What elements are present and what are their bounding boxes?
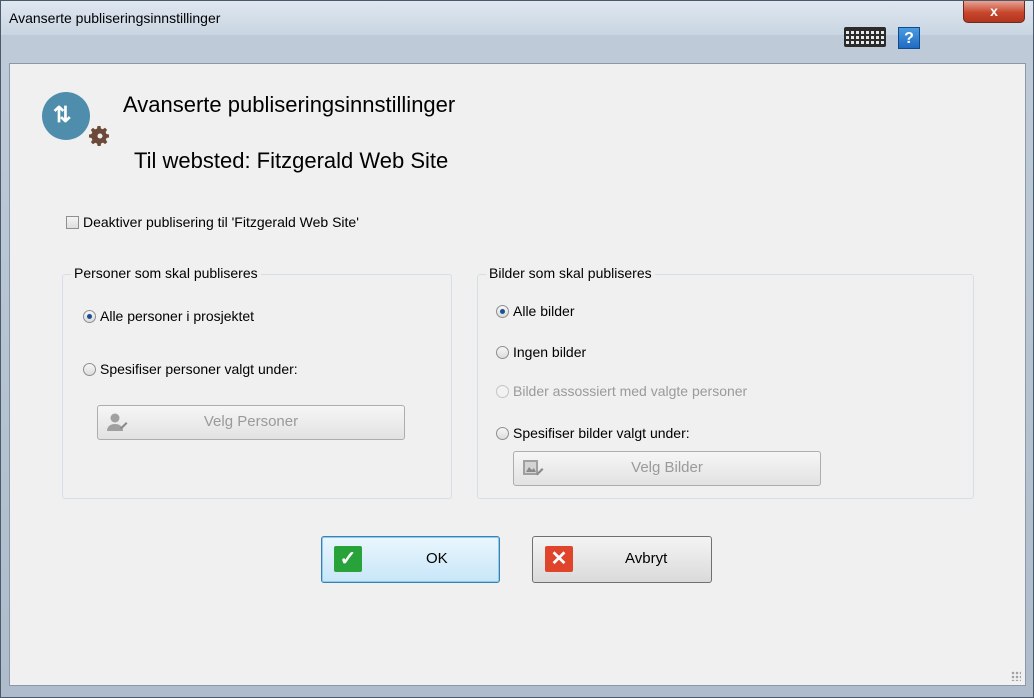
select-images-label: Velg Bilder <box>631 459 703 476</box>
radio-button[interactable] <box>496 346 509 359</box>
images-group-title: Bilder som skal publiseres <box>486 265 655 281</box>
radio-button[interactable] <box>83 363 96 376</box>
checkbox-box[interactable] <box>66 216 79 229</box>
cancel-label: Avbryt <box>625 550 668 567</box>
select-persons-label: Velg Personer <box>203 413 299 430</box>
radio-label: Alle personer i prosjektet <box>100 308 255 324</box>
radio-label: Ingen bilder <box>513 344 587 360</box>
dialog-window: Avanserte publiseringsinnstillinger x ? … <box>0 0 1034 698</box>
radio-label: Spesifiser bilder valgt under: <box>513 425 690 441</box>
close-button[interactable]: x <box>963 1 1025 23</box>
radio-button[interactable] <box>496 427 509 440</box>
radio-button[interactable] <box>83 310 96 323</box>
gear-icon <box>89 126 109 146</box>
radio-no-images[interactable]: Ingen bilder <box>496 344 586 360</box>
publish-settings-icon: ⇅ <box>42 92 90 140</box>
radio-specify-persons[interactable]: Spesifiser personer valgt under: <box>83 361 298 377</box>
radio-images-of-selected-persons: Bilder assossiert med valgte personer <box>496 383 747 399</box>
window-title: Avanserte publiseringsinnstillinger <box>9 10 221 26</box>
cancel-x-icon: ✕ <box>545 546 573 572</box>
images-group: Bilder som skal publiseres Alle bilder I… <box>477 265 974 499</box>
radio-button[interactable] <box>496 305 509 318</box>
dialog-heading: Avanserte publiseringsinnstillinger <box>123 92 456 117</box>
radio-label: Bilder assossiert med valgte personer <box>513 383 748 399</box>
ok-label: OK <box>426 550 448 567</box>
checkbox-label: Deaktiver publisering til 'Fitzgerald We… <box>83 214 359 230</box>
checkmark-icon: ✓ <box>334 546 362 572</box>
radio-label: Spesifiser personer valgt under: <box>100 361 298 377</box>
select-images-button[interactable]: Velg Bilder <box>513 451 821 486</box>
persons-group: Personer som skal publiseres Alle person… <box>62 265 452 499</box>
help-button[interactable]: ? <box>898 27 920 49</box>
radio-all-images[interactable]: Alle bilder <box>496 303 574 319</box>
select-persons-button[interactable]: Velg Personer <box>97 405 405 440</box>
radio-specify-images[interactable]: Spesifiser bilder valgt under: <box>496 425 690 441</box>
radio-button <box>496 385 509 398</box>
cancel-button[interactable]: ✕ Avbryt <box>532 536 712 583</box>
dialog-content: ⇅ Avanserte publiseringsinnstillinger Ti… <box>9 63 1026 686</box>
radio-label: Alle bilder <box>513 303 575 319</box>
keyboard-icon[interactable] <box>844 27 886 47</box>
ok-button[interactable]: ✓ OK <box>321 536 500 583</box>
radio-all-persons[interactable]: Alle personer i prosjektet <box>83 308 254 324</box>
disable-publishing-checkbox[interactable]: Deaktiver publisering til 'Fitzgerald We… <box>66 214 359 230</box>
dialog-subheading: Til websted: Fitzgerald Web Site <box>134 148 449 173</box>
persons-group-title: Personer som skal publiseres <box>71 265 261 281</box>
resize-grip[interactable] <box>1011 671 1021 681</box>
